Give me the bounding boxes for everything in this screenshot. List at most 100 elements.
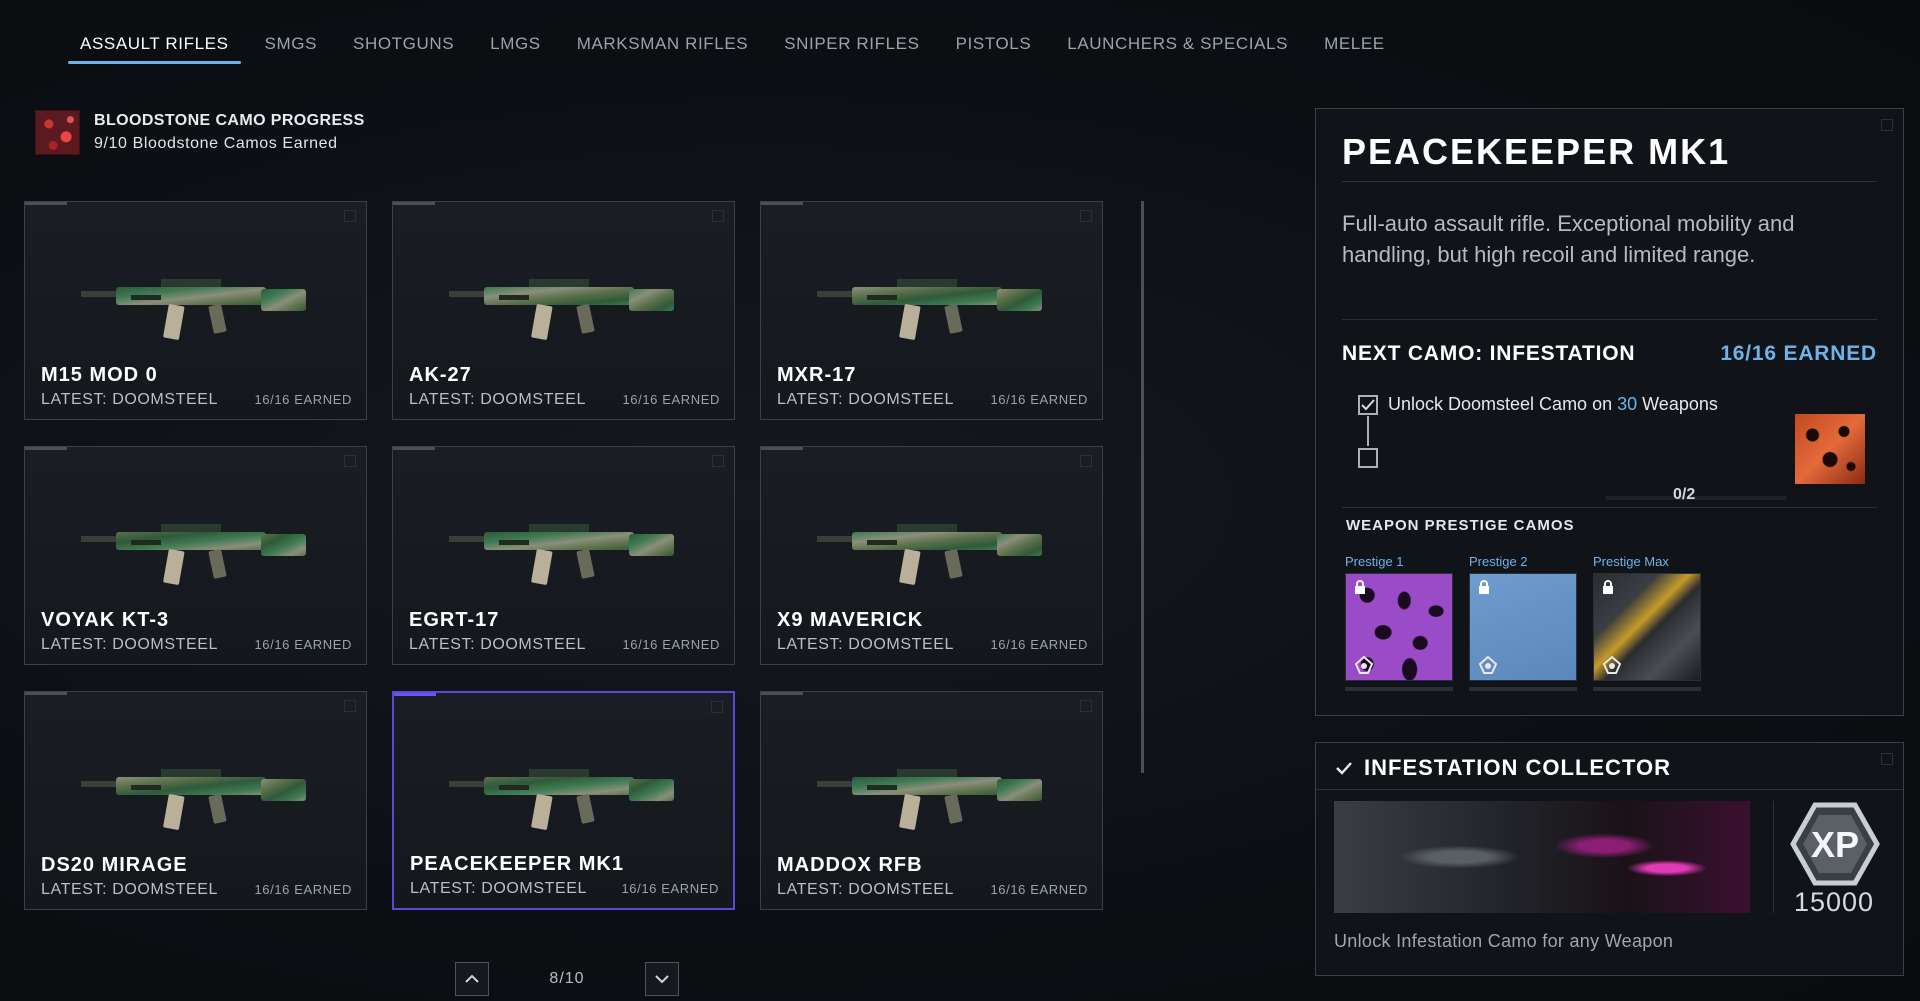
challenge-progress-bar [1606,496,1786,500]
weapon-image [80,523,306,585]
weapon-card[interactable]: VOYAK KT-3 LATEST: DOOMSTEEL 16/16 EARNED [24,446,367,665]
collector-reward-image [1334,801,1750,913]
card-corner-mark [344,210,356,222]
challenge-checkbox-empty [1358,448,1378,468]
infestation-collector-panel: INFESTATION COLLECTOR XP 15000 Unlock In… [1315,742,1904,976]
weapon-card[interactable]: PEACEKEEPER MK1 LATEST: DOOMSTEEL 16/16 EA… [392,691,735,910]
weapon-card[interactable]: X9 MAVERICK LATEST: DOOMSTEEL 16/16 EARNED [760,446,1103,665]
panel-corner-mark [1881,119,1893,131]
lock-icon [1355,580,1365,594]
prestige-icon [1602,655,1622,674]
weapon-image [816,768,1042,830]
divider [1342,507,1877,508]
detail-title: PEACEKEEPER MK1 [1342,131,1731,172]
weapon-image [816,278,1042,340]
prestige-camo-2[interactable]: Prestige 2 [1469,554,1577,691]
weapon-latest-camo: LATEST: DOOMSTEEL [41,881,219,898]
weapon-card[interactable]: EGRT-17 LATEST: DOOMSTEEL 16/16 EARNED [392,446,735,665]
prestige-label: Prestige 1 [1345,554,1404,569]
card-corner-mark [1080,455,1092,467]
weapon-earned-count: 16/16 EARNED [254,392,352,407]
tab-lmgs[interactable]: LMGS [472,30,559,64]
camo-progress-title: BLOODSTONE CAMO PROGRESS [94,112,365,129]
weapon-latest-camo: LATEST: DOOMSTEEL [777,881,955,898]
page-up-button[interactable] [455,962,489,996]
weapon-latest-camo: LATEST: DOOMSTEEL [410,880,588,897]
weapon-latest-camo: LATEST: DOOMSTEEL [409,391,587,408]
weapon-image [448,278,674,340]
svg-text:XP: XP [1811,824,1859,865]
weapon-image [448,523,674,585]
weapon-latest-camo: LATEST: DOOMSTEEL [777,636,955,653]
weapon-latest-camo: LATEST: DOOMSTEEL [777,391,955,408]
page-indicator: 8/10 [549,970,585,987]
weapon-name: MXR-17 [777,364,857,386]
collector-title: INFESTATION COLLECTOR [1364,755,1671,780]
bloodstone-camo-progress: BLOODSTONE CAMO PROGRESS 9/10 Bloodstone… [35,110,365,155]
prestige-camos: Prestige 1 Prestige 2 Prestige Max [1345,554,1701,691]
divider [1316,789,1903,790]
tab-sniper-rifles[interactable]: SNIPER RIFLES [766,30,937,64]
tab-assault-rifles[interactable]: ASSAULT RIFLES [62,30,247,64]
weapon-earned-count: 16/16 EARNED [622,637,720,652]
tab-launchers-specials[interactable]: LAUNCHERS & SPECIALS [1049,30,1306,64]
divider [1773,801,1774,913]
divider [1342,319,1877,320]
prestige-label: Prestige 2 [1469,554,1528,569]
next-camo-earned: 16/16 EARNED [1720,342,1877,365]
prestige-camo-max[interactable]: Prestige Max [1593,554,1701,691]
chevron-down-icon [655,975,669,984]
prestige-camo-1[interactable]: Prestige 1 [1345,554,1453,691]
chevron-up-icon [465,974,479,983]
prestige-camo-image [1345,573,1453,681]
weapon-card[interactable]: DS20 MIRAGE LATEST: DOOMSTEEL 16/16 EARNED [24,691,367,910]
camo-challenge: Unlock Doomsteel Camo on 30 Weapons [1358,394,1718,415]
weapon-earned-count: 16/16 EARNED [990,882,1088,897]
panel-corner-mark [1881,753,1893,765]
weapon-name: MADDOX RFB [777,854,923,876]
prestige-icon [1478,655,1498,674]
infestation-camo-thumbnail [1795,414,1865,484]
checkmark-icon [1336,761,1352,775]
weapon-name: DS20 MIRAGE [41,854,188,876]
next-camo-label: NEXT CAMO: INFESTATION [1342,342,1636,365]
weapon-latest-camo: LATEST: DOOMSTEEL [41,391,219,408]
prestige-camo-image [1469,573,1577,681]
weapon-earned-count: 16/16 EARNED [622,392,720,407]
weapon-card[interactable]: MADDOX RFB LATEST: DOOMSTEEL 16/16 EARNED [760,691,1103,910]
lock-icon [1479,580,1489,594]
prestige-camo-image [1593,573,1701,681]
divider [1342,181,1877,182]
card-corner-mark [344,700,356,712]
weapon-image [816,523,1042,585]
weapon-earned-count: 16/16 EARNED [254,882,352,897]
challenge-text: Unlock Doomsteel Camo on 30 Weapons [1388,394,1718,414]
camo-progress-subtitle: 9/10 Bloodstone Camos Earned [94,135,338,152]
weapon-card[interactable]: MXR-17 LATEST: DOOMSTEEL 16/16 EARNED [760,201,1103,420]
weapon-name: X9 MAVERICK [777,609,924,631]
weapon-earned-count: 16/16 EARNED [621,881,719,896]
weapon-latest-camo: LATEST: DOOMSTEEL [409,636,587,653]
weapon-detail-panel: PEACEKEEPER MK1 Full-auto assault rifle.… [1315,108,1904,716]
weapon-image [80,768,306,830]
weapon-name: EGRT-17 [409,609,500,631]
weapon-card[interactable]: AK-27 LATEST: DOOMSTEEL 16/16 EARNED [392,201,735,420]
page-down-button[interactable] [645,962,679,996]
tab-pistols[interactable]: PISTOLS [938,30,1050,64]
xp-badge-icon: XP [1790,802,1880,886]
weapon-name: PEACEKEEPER MK1 [410,853,624,875]
tab-smgs[interactable]: SMGS [247,30,335,64]
prestige-progress-bar [1345,687,1453,691]
tab-melee[interactable]: MELEE [1306,30,1403,64]
weapon-image [80,278,306,340]
card-corner-mark [712,210,724,222]
weapon-card[interactable]: M15 MOD 0 LATEST: DOOMSTEEL 16/16 EARNED [24,201,367,420]
weapon-earned-count: 16/16 EARNED [990,392,1088,407]
tab-marksman-rifles[interactable]: MARKSMAN RIFLES [559,30,766,64]
challenge-tree-line [1367,416,1369,446]
grid-scrollbar-thumb[interactable] [1141,201,1144,773]
tab-shotguns[interactable]: SHOTGUNS [335,30,472,64]
card-corner-mark [1080,210,1092,222]
weapon-earned-count: 16/16 EARNED [254,637,352,652]
prestige-progress-bar [1469,687,1577,691]
